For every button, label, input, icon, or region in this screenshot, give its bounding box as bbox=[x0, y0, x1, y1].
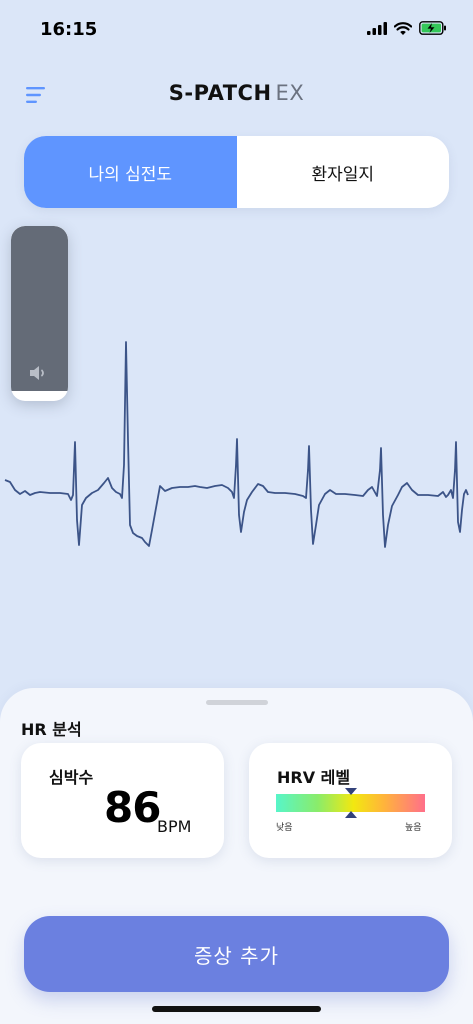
wifi-icon bbox=[394, 21, 412, 35]
logo-suffix: EX bbox=[275, 81, 305, 105]
logo-main: S-PATCH bbox=[168, 81, 272, 105]
ecg-waveform bbox=[4, 341, 469, 548]
tab-patient-diary[interactable]: 환자일지 bbox=[236, 136, 449, 208]
ecg-line bbox=[4, 341, 469, 548]
app-header: S-PATCH EX bbox=[0, 70, 473, 120]
hr-analysis-title: HR 분석 bbox=[21, 720, 82, 739]
status-time: 16:15 bbox=[40, 19, 98, 40]
hrv-level-card: HRV 레벨 낮음 높음 bbox=[249, 743, 452, 858]
heart-rate-card: 심박수 86 BPM bbox=[21, 743, 224, 858]
hrv-gradient-bar bbox=[276, 794, 425, 812]
view-tabs: 나의 심전도 환자일지 bbox=[24, 136, 449, 208]
heart-rate-value: 86 bbox=[104, 783, 161, 832]
status-icons bbox=[367, 21, 447, 35]
tab-my-ecg[interactable]: 나의 심전도 bbox=[24, 136, 237, 208]
heart-rate-unit: BPM bbox=[157, 817, 192, 836]
volume-level-fill bbox=[11, 226, 68, 391]
app-logo: S-PATCH EX bbox=[0, 81, 473, 105]
hrv-high-label: 높음 bbox=[405, 823, 422, 833]
hr-analysis-sheet: HR 분석 심박수 86 BPM HRV 레벨 낮음 높음 증상 추가 bbox=[0, 688, 473, 1024]
volume-slider[interactable] bbox=[11, 226, 68, 401]
status-bar: 16:15 bbox=[0, 0, 473, 60]
speaker-icon bbox=[30, 366, 44, 380]
add-symptom-button[interactable]: 증상 추가 bbox=[24, 916, 449, 992]
battery-charging-icon bbox=[419, 21, 446, 35]
home-indicator bbox=[152, 1006, 321, 1012]
hrv-low-label: 낮음 bbox=[276, 823, 293, 833]
heart-rate-label: 심박수 bbox=[49, 768, 94, 787]
hrv-level-label: HRV 레벨 bbox=[277, 768, 351, 787]
hrv-marker-top bbox=[344, 788, 357, 795]
signal-icon bbox=[367, 21, 387, 35]
hrv-marker-bottom bbox=[344, 811, 357, 818]
sheet-grabber[interactable] bbox=[206, 700, 268, 705]
